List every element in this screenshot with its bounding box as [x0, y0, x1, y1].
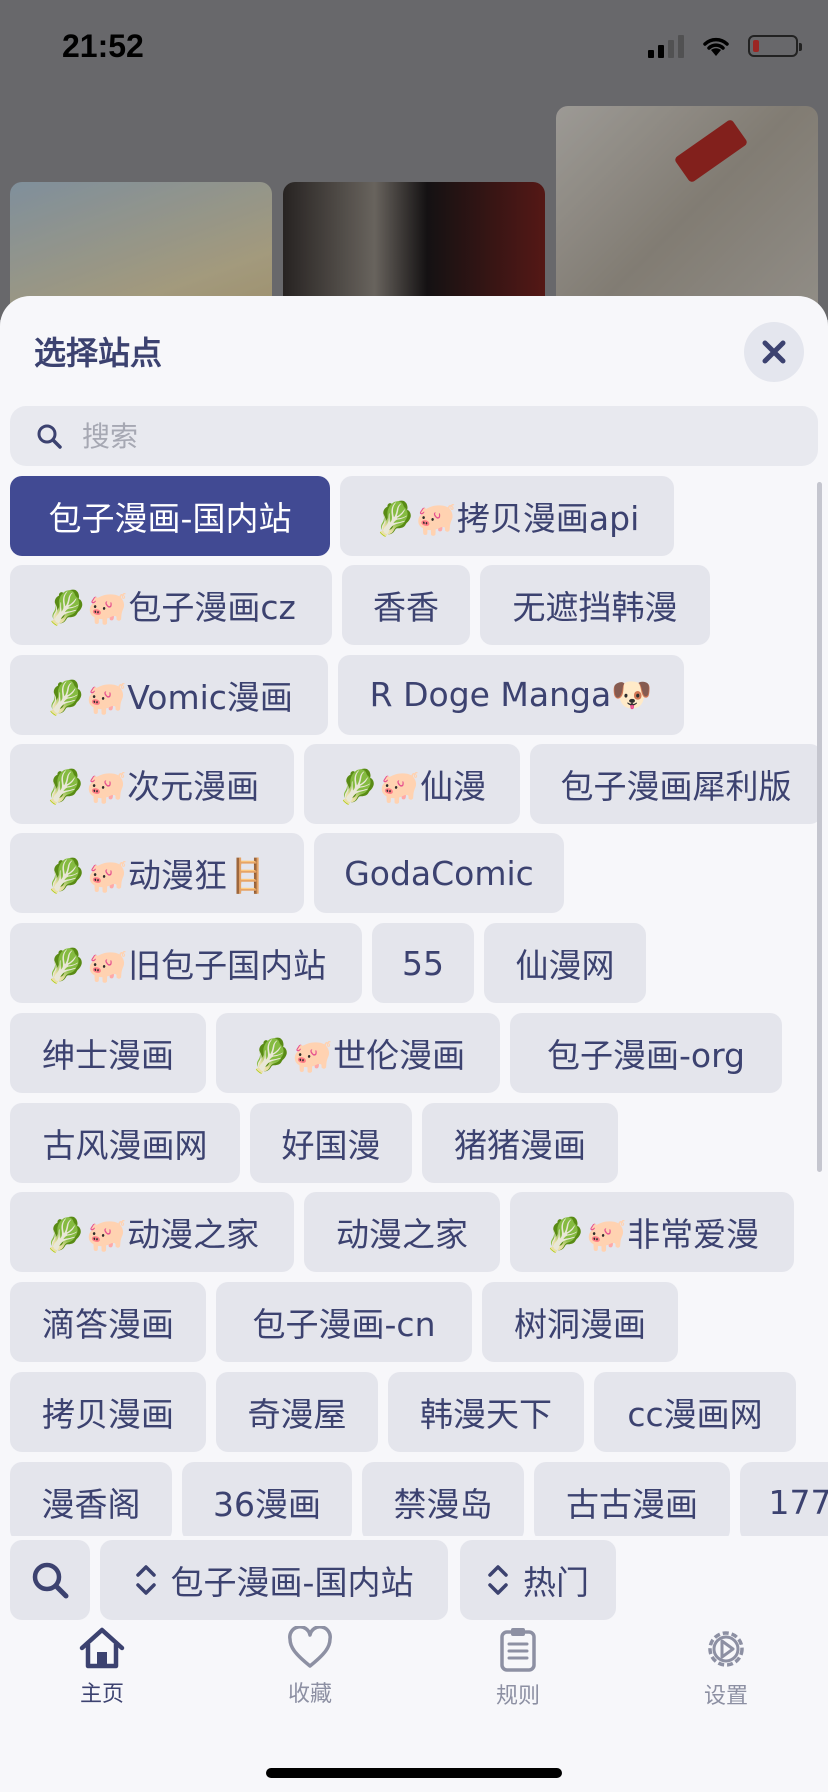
close-button[interactable]	[744, 322, 804, 382]
site-chip[interactable]: 包子漫画-国内站	[10, 476, 330, 556]
chevron-up-down-icon	[135, 1565, 156, 1595]
home-indicator[interactable]	[266, 1768, 562, 1778]
home-icon	[79, 1627, 125, 1669]
site-chip[interactable]: 香香	[342, 565, 470, 645]
site-chip[interactable]: 🥬🐖包子漫画cz	[10, 565, 332, 645]
site-chip[interactable]: 滴答漫画	[10, 1282, 206, 1362]
tab-favorites[interactable]: 收藏	[240, 1626, 380, 1708]
tab-home[interactable]: 主页	[32, 1626, 172, 1708]
search-icon	[32, 1562, 69, 1599]
dim-overlay[interactable]	[0, 0, 828, 320]
site-chip[interactable]: 好国漫	[250, 1103, 412, 1183]
site-chip[interactable]: R Doge Manga🐶	[338, 655, 684, 735]
site-chip[interactable]: 🥬🐖动漫狂🪜	[10, 833, 304, 913]
site-chip[interactable]: 🥬🐖动漫之家	[10, 1192, 294, 1272]
site-chip[interactable]: 无遮挡韩漫	[480, 565, 710, 645]
tab-rules[interactable]: 规则	[448, 1626, 588, 1710]
site-chip[interactable]: 36漫画	[182, 1462, 352, 1536]
tab-label: 规则	[495, 1684, 540, 1709]
site-chip[interactable]: 177	[740, 1462, 828, 1536]
tab-label: 设置	[703, 1684, 748, 1709]
search-field[interactable]	[10, 406, 818, 466]
tab-label: 主页	[79, 1682, 124, 1707]
site-chip[interactable]: 包子漫画犀利版	[530, 744, 822, 824]
site-chip[interactable]: 仙漫网	[484, 923, 646, 1003]
site-chip[interactable]: 🥬🐖次元漫画	[10, 744, 294, 824]
control-row: 包子漫画-国内站 热门	[0, 1540, 828, 1620]
site-chip[interactable]: 🥬🐖仙漫	[304, 744, 520, 824]
site-chip[interactable]: 古风漫画网	[10, 1103, 240, 1183]
site-chip[interactable]: 绅士漫画	[10, 1013, 206, 1093]
site-chip[interactable]: 猪猪漫画	[422, 1103, 618, 1183]
tab-label: 收藏	[287, 1682, 332, 1707]
site-chip[interactable]: 奇漫屋	[216, 1372, 378, 1452]
site-chip[interactable]: 古古漫画	[534, 1462, 730, 1536]
site-chip[interactable]: 包子漫画-org	[510, 1013, 782, 1093]
heart-icon	[288, 1626, 332, 1668]
site-chip[interactable]: 🥬🐖旧包子国内站	[10, 923, 362, 1003]
site-chip[interactable]: 55	[372, 923, 474, 1003]
chevron-up-down-icon	[488, 1565, 508, 1595]
scrollbar[interactable]	[817, 482, 822, 1172]
tab-settings[interactable]: 设置	[656, 1626, 796, 1710]
sheet-title: 选择站点	[34, 334, 163, 372]
site-chip[interactable]: 拷贝漫画	[10, 1372, 206, 1452]
site-chip[interactable]: 🥬🐖Vomic漫画	[10, 655, 328, 735]
search-input[interactable]	[80, 418, 784, 454]
search-button[interactable]	[10, 1540, 90, 1620]
search-icon	[37, 424, 62, 449]
site-selector-button[interactable]: 包子漫画-国内站	[100, 1540, 448, 1620]
clipboard-icon	[500, 1628, 536, 1672]
site-chip[interactable]: 🥬🐖世伦漫画	[216, 1013, 500, 1093]
site-list: 包子漫画-国内站 🥬🐖拷贝漫画api 🥬🐖包子漫画cz 香香 无遮挡韩漫 🥬🐖V…	[0, 476, 828, 1536]
site-chip[interactable]: 🥬🐖非常爱漫	[510, 1192, 794, 1272]
site-chip[interactable]: 韩漫天下	[388, 1372, 584, 1452]
site-chip[interactable]: 动漫之家	[304, 1192, 500, 1272]
sort-selector-button[interactable]: 热门	[460, 1540, 616, 1620]
site-picker-sheet: 选择站点 包子漫画-国内站 🥬🐖拷贝漫画api 🥬🐖包子漫画cz 香香 无遮挡韩…	[0, 296, 828, 1792]
sort-label: 热门	[523, 1563, 589, 1602]
site-chip[interactable]: 🥬🐖拷贝漫画api	[340, 476, 674, 556]
site-chip[interactable]: 漫香阁	[10, 1462, 172, 1536]
selected-site-label: 包子漫画-国内站	[170, 1563, 414, 1602]
site-chip[interactable]: cc漫画网	[594, 1372, 796, 1452]
site-chip[interactable]: 树洞漫画	[482, 1282, 678, 1362]
close-icon	[762, 340, 786, 364]
site-chip[interactable]: GodaComic	[314, 833, 564, 913]
tab-bar: 主页 收藏 规则 设置	[0, 1626, 828, 1736]
site-chip[interactable]: 禁漫岛	[362, 1462, 524, 1536]
gear-icon	[708, 1631, 744, 1667]
site-chip[interactable]: 包子漫画-cn	[216, 1282, 472, 1362]
